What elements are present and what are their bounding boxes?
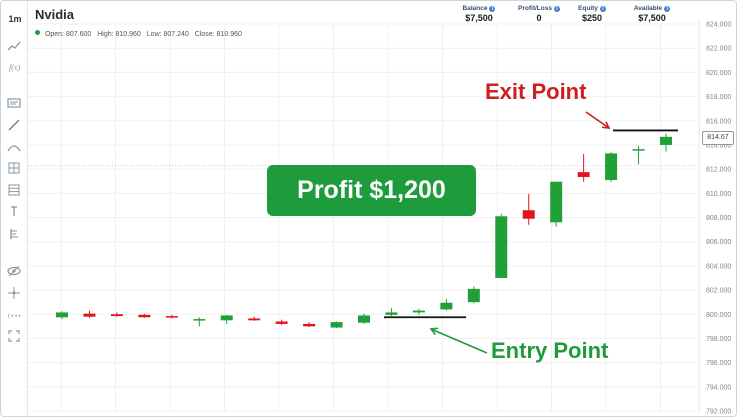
candle-body (632, 149, 645, 151)
candle-body (412, 310, 425, 313)
stat-label: Profit/Loss (518, 5, 552, 12)
candle-body (358, 315, 370, 323)
exit-point-label: Exit Point (485, 79, 587, 104)
candle-body (220, 315, 233, 321)
candle-body (440, 302, 453, 310)
candle-body (550, 181, 563, 223)
trading-chart-window: 1m f(x) (••• 824.000 822.000 820.000 818… (0, 0, 737, 417)
candle-body (138, 314, 151, 318)
y-axis-tick-label: 818.000 (706, 94, 731, 101)
instrument-title: Nvidia (35, 7, 75, 22)
y-axis-tick-label: 796.000 (706, 360, 731, 367)
ohlc-readout: Open: 807.600 High: 810.960 Low: 807.240… (35, 30, 246, 38)
profit-callout: Profit $1,200 (267, 165, 476, 216)
entry-point-label: Entry Point (491, 338, 609, 363)
y-axis-tick-label: 808.000 (706, 215, 731, 222)
entry-arrow (430, 328, 488, 354)
ohlc-low: Low: 807.240 (146, 31, 189, 38)
y-axis-tick-label: 806.000 (706, 239, 731, 246)
candle-body (495, 216, 508, 278)
stat-value: $7,500 (638, 13, 666, 23)
candle-body (330, 322, 343, 328)
candle-body (522, 210, 535, 219)
candle-body (303, 323, 316, 327)
candle-body (605, 153, 618, 181)
stat-label: Equity (578, 5, 598, 12)
candle-body (660, 136, 672, 145)
y-axis-tick-label: 798.000 (706, 336, 731, 343)
info-icon[interactable]: i (599, 6, 606, 12)
y-axis-tick-label: 824.000 (706, 22, 731, 29)
info-icon[interactable]: i (664, 6, 671, 12)
candle-body (577, 172, 590, 177)
live-indicator-dot (35, 30, 40, 35)
y-axis-tick-label: 812.000 (706, 167, 731, 174)
candle-body (275, 321, 288, 324)
stat-label: Available (633, 5, 663, 12)
y-axis-tick-label: 794.000 (706, 384, 731, 391)
y-axis-tick-label: 816.000 (706, 118, 731, 125)
y-axis-tick-label: 820.000 (706, 70, 731, 77)
y-axis-tick-label: 800.000 (706, 312, 731, 319)
candle-body (467, 288, 480, 303)
ohlc-open: Open: 807.600 (44, 31, 92, 38)
stat-label: Balance (462, 5, 488, 12)
y-axis-tick-label: 810.000 (706, 191, 731, 198)
ohlc-close: Close: 810.960 (194, 31, 242, 38)
y-axis-tick-label: 804.000 (706, 263, 731, 270)
y-axis-tick-label: 792.000 (706, 409, 731, 416)
candle-body (83, 313, 96, 317)
candle-body (56, 312, 68, 318)
y-axis-tick-label: 802.000 (706, 288, 731, 295)
y-axis-tick-label: 822.000 (706, 46, 731, 53)
candle-body (193, 319, 206, 321)
stat-available: Available i $7,500 (617, 5, 687, 23)
candle-body (385, 312, 398, 315)
candle-body (165, 316, 178, 318)
candle-body (110, 314, 123, 317)
ohlc-high: High: 810.960 (97, 31, 141, 38)
current-price-tag: 814.67 (702, 131, 734, 145)
candle-body (248, 318, 261, 321)
info-icon[interactable]: i (489, 6, 496, 12)
